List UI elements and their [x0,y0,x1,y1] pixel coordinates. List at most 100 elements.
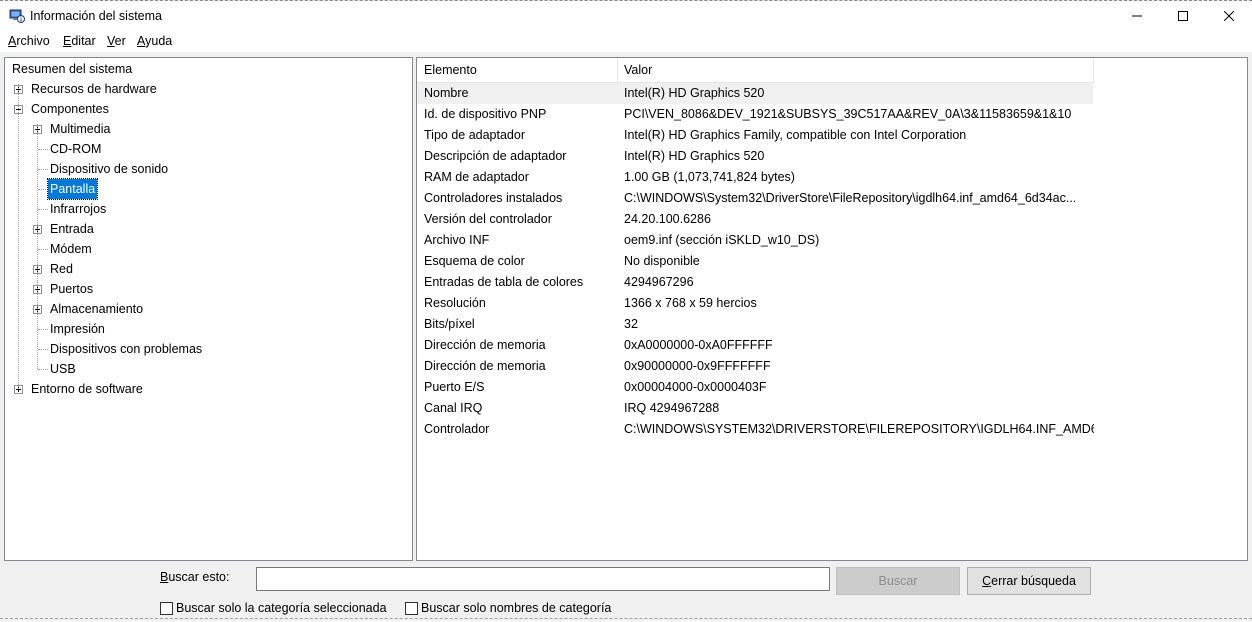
close-search-button[interactable]: Cerrar búsqueda [967,567,1091,595]
tree-item-dispositivo-de-sonido[interactable]: Dispositivo de sonido [5,159,405,179]
menu-ayuda[interactable]: Ayuda [137,34,172,48]
table-row[interactable]: Controlador C:\WINDOWS\SYSTEM32\DRIVERSTO… [417,419,1094,440]
cell-elemento: Bits/píxel [424,317,475,331]
tree-item-recursos-de-hardware[interactable]: Recursos de hardware [5,79,405,99]
tree-connector [38,209,48,210]
table-row[interactable]: Descripción de adaptador Intel(R) HD Grap… [417,146,1093,167]
cell-elemento: Puerto E/S [424,380,485,394]
details-list[interactable]: Elemento Valor Nombre Intel(R) HD Graphic… [416,57,1248,561]
window-title: Información del sistema [30,9,163,23]
tree-item-label: Componentes [31,102,109,116]
search-selected-category-checkbox[interactable]: Buscar solo la categoría seleccionada [160,600,387,616]
table-row[interactable]: Controladores instalados C:\WINDOWS\Syste… [417,188,1093,209]
tree-item-label: Entorno de software [31,382,143,396]
column-header-elemento[interactable]: Elemento [424,63,477,77]
cell-elemento: Nombre [424,86,469,100]
tree-item-label: Multimedia [50,122,111,136]
tree-connector [38,189,48,190]
tree-item-multimedia[interactable]: Multimedia [5,119,405,139]
cell-valor: 4294967296 [624,275,694,289]
cell-valor: 24.20.100.6286 [624,212,711,226]
cell-valor: No disponible [624,254,700,268]
checkbox-box[interactable] [160,601,173,615]
list-header: Elemento Valor [417,58,1094,83]
tree-item-label: Recursos de hardware [31,82,157,96]
cell-valor: oem9.inf (sección iSKLD_w10_DS) [624,233,820,247]
menu-ver[interactable]: Ver [107,34,126,48]
search-category-names-checkbox[interactable]: Buscar solo nombres de categoría [405,600,611,616]
system-information-window: Información del sistema Archivo Editar V… [0,0,1252,621]
checkbox-label: Buscar solo la categoría seleccionada [176,601,387,615]
tree-item-resumen-del-sistema[interactable]: Resumen del sistema [5,59,405,79]
status-bar [0,618,1252,622]
title-bar[interactable]: Información del sistema [0,1,1252,31]
cell-valor: C:\WINDOWS\System32\DriverStore\FileRepo… [624,191,1077,205]
tree-item-entrada[interactable]: Entrada [5,219,405,239]
search-label: Buscar esto: [160,570,230,584]
search-button[interactable]: Buscar [836,567,960,595]
tree-connector [38,169,48,170]
system-information-icon [9,8,25,24]
tree-item-almacenamiento[interactable]: Almacenamiento [5,299,405,319]
menu-editar[interactable]: Editar [63,34,96,48]
cell-elemento: Controlador [424,422,490,436]
tree-item-label: Dispositivos con problemas [50,342,203,356]
checkbox-box[interactable] [405,601,418,615]
tree-item-label: Puertos [50,282,94,296]
tree-item-puertos[interactable]: Puertos [5,279,405,299]
cell-elemento: Resolución [424,296,486,310]
table-row[interactable]: Bits/píxel 32 [417,314,1093,335]
tree-connector [38,349,48,350]
tree-item-infrarrojos[interactable]: Infrarrojos [5,199,405,219]
table-row[interactable]: Resolución 1366 x 768 x 59 hercios [417,293,1093,314]
search-input[interactable] [256,567,830,591]
category-tree[interactable]: Resumen del sistema Recursos de hardware… [4,57,413,561]
tree-item-cd-rom[interactable]: CD-ROM [5,139,405,159]
cell-valor: Intel(R) HD Graphics 520 [624,86,765,100]
tree-item-label: Impresión [50,322,105,336]
tree-item-impresion[interactable]: Impresión [5,319,405,339]
maximize-button[interactable] [1160,1,1206,31]
tree-connector [18,84,19,389]
cell-elemento: Controladores instalados [424,191,563,205]
tree-item-pantalla[interactable]: Pantalla [5,178,405,200]
table-row[interactable]: RAM de adaptador 1.00 GB (1,073,741,824 b… [417,167,1093,188]
cell-valor: 0xA0000000-0xA0FFFFFF [624,338,773,352]
table-row[interactable]: Canal IRQ IRQ 4294967288 [417,398,1093,419]
table-row[interactable]: Esquema de color No disponible [417,251,1093,272]
column-header-valor[interactable]: Valor [624,63,652,77]
table-row[interactable]: Archivo INF oem9.inf (sección iSKLD_w10_D… [417,230,1093,251]
tree-connector [38,329,48,330]
cell-valor: PCI\VEN_8086&DEV_1921&SUBSYS_39C517AA&RE… [624,107,1072,121]
table-row[interactable]: Nombre Intel(R) HD Graphics 520 [417,83,1093,104]
tree-item-label: Infrarrojos [50,202,107,216]
cell-valor: 32 [624,317,638,331]
tree-item-dispositivos-con-problemas[interactable]: Dispositivos con problemas [5,339,405,359]
menu-archivo[interactable]: Archivo [8,34,50,48]
tree-item-red[interactable]: Red [5,259,405,279]
tree-connector [38,249,48,250]
cell-valor: Intel(R) HD Graphics Family, compatible … [624,128,967,142]
table-row[interactable]: Tipo de adaptador Intel(R) HD Graphics Fa… [417,125,1093,146]
table-row[interactable]: Dirección de memoria 0x90000000-0x9FFFFFF… [417,356,1093,377]
column-separator[interactable] [617,58,618,83]
cell-valor: 1.00 GB (1,073,741,824 bytes) [624,170,795,184]
cell-elemento: Canal IRQ [424,401,483,415]
minimize-button[interactable] [1114,1,1160,31]
close-button[interactable] [1206,1,1252,31]
tree-item-componentes[interactable]: Componentes [5,99,405,119]
tree-item-usb[interactable]: USB [5,359,405,379]
tree-item-entorno-de-software[interactable]: Entorno de software [5,379,405,399]
cell-elemento: Entradas de tabla de colores [424,275,584,289]
tree-connector [38,149,48,150]
tree-item-modem[interactable]: Módem [5,239,405,259]
table-row[interactable]: Versión del controlador 24.20.100.6286 [417,209,1093,230]
table-row[interactable]: Id. de dispositivo PNP PCI\VEN_8086&DEV_1… [417,104,1093,125]
table-row[interactable]: Puerto E/S 0x00004000-0x0000403F [417,377,1093,398]
cell-elemento: Archivo INF [424,233,490,247]
column-separator[interactable] [1093,58,1094,83]
table-row[interactable]: Dirección de memoria 0xA0000000-0xA0FFFFF… [417,335,1093,356]
checkbox-label: Buscar solo nombres de categoría [421,601,612,615]
tree-item-label: Entrada [50,222,94,236]
table-row[interactable]: Entradas de tabla de colores 4294967296 [417,272,1093,293]
